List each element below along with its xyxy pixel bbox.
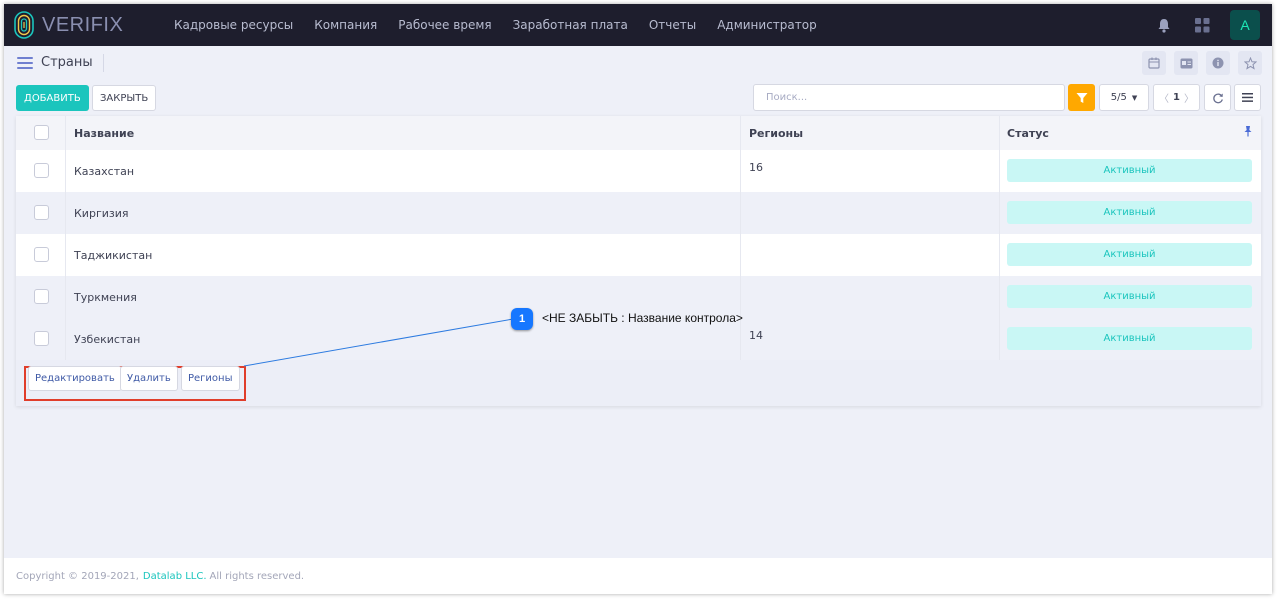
cell-regions: 14: [741, 318, 1000, 360]
current-page: 1: [1173, 92, 1180, 103]
footer-company-link[interactable]: Datalab LLC.: [143, 571, 207, 582]
cell-regions: [741, 192, 1000, 234]
row-checkbox[interactable]: [34, 205, 49, 220]
edit-button[interactable]: Редактировать: [28, 366, 122, 391]
menu-toggle-icon[interactable]: [17, 57, 33, 69]
row-checkbox[interactable]: [34, 289, 49, 304]
chevron-down-icon: ▼: [1131, 93, 1138, 102]
search-input[interactable]: [753, 84, 1065, 111]
column-header-status[interactable]: Статус: [1000, 116, 1261, 150]
info-icon[interactable]: [1206, 51, 1230, 75]
cell-regions: 16: [741, 150, 1000, 192]
cell-name: Таджикистан: [66, 234, 741, 276]
top-navbar: VERIFIX Кадровые ресурсы Компания Рабоче…: [4, 4, 1272, 46]
filter-icon[interactable]: [1068, 84, 1095, 111]
page-size-select[interactable]: 5/5 ▼: [1099, 84, 1149, 111]
calendar-icon[interactable]: [1142, 51, 1166, 75]
column-header-regions[interactable]: Регионы: [741, 116, 1000, 150]
pager: 〈 1 〉: [1153, 84, 1200, 111]
row-checkbox[interactable]: [34, 163, 49, 178]
footer-rights: All rights reserved.: [209, 570, 305, 582]
main-menu: Кадровые ресурсы Компания Рабочее время …: [174, 18, 838, 32]
footer-copyright: Copyright © 2019-2021,: [16, 570, 139, 582]
brand-name: VERIFIX: [42, 13, 124, 36]
regions-button[interactable]: Регионы: [181, 366, 240, 391]
menu-item-reports[interactable]: Отчеты: [649, 18, 696, 32]
apps-grid-icon[interactable]: [1192, 15, 1212, 35]
select-all-checkbox[interactable]: [34, 125, 49, 140]
brand[interactable]: VERIFIX: [14, 11, 164, 39]
id-card-icon[interactable]: [1174, 51, 1198, 75]
status-badge: Активный: [1007, 285, 1252, 308]
column-header-name[interactable]: Название: [66, 116, 741, 150]
table-row[interactable]: Таджикистан Активный: [16, 234, 1261, 276]
footer: Copyright © 2019-2021, Datalab LLC. All …: [4, 558, 1272, 594]
page-title: Страны: [41, 54, 104, 72]
top-right-tools: A: [1154, 4, 1260, 46]
delete-button[interactable]: Удалить: [120, 366, 178, 391]
table-header: Название Регионы Статус: [16, 116, 1261, 150]
refresh-icon[interactable]: [1204, 84, 1231, 111]
user-avatar[interactable]: A: [1230, 10, 1260, 40]
subheader: Страны: [4, 46, 1272, 80]
table-row[interactable]: Киргизия Активный: [16, 192, 1261, 234]
add-button[interactable]: ДОБАВИТЬ: [16, 85, 89, 111]
prev-page-icon[interactable]: 〈: [1159, 90, 1169, 105]
table-row[interactable]: Казахстан 16 Активный: [16, 150, 1261, 192]
menu-item-hr[interactable]: Кадровые ресурсы: [174, 18, 293, 32]
status-badge: Активный: [1007, 159, 1252, 182]
menu-lines-icon[interactable]: [1234, 84, 1261, 111]
fingerprint-logo-icon: [14, 11, 34, 39]
row-checkbox[interactable]: [34, 247, 49, 262]
countries-table: Название Регионы Статус Казахстан 16 Акт…: [16, 116, 1261, 406]
row-checkbox[interactable]: [34, 331, 49, 346]
star-icon[interactable]: [1238, 51, 1262, 75]
menu-item-salary[interactable]: Заработная плата: [513, 18, 628, 32]
cell-name: Казахстан: [66, 150, 741, 192]
cell-regions: [741, 234, 1000, 276]
page-size-value: 5/5: [1110, 92, 1127, 103]
status-badge: Активный: [1007, 327, 1252, 350]
menu-item-admin[interactable]: Администратор: [717, 18, 817, 32]
menu-item-work-time[interactable]: Рабочее время: [398, 18, 491, 32]
status-badge: Активный: [1007, 243, 1252, 266]
row-actions-bar: Редактировать Удалить Регионы: [16, 360, 1261, 406]
annotation-badge: 1: [511, 308, 533, 330]
next-page-icon[interactable]: 〉: [1184, 90, 1194, 105]
menu-item-company[interactable]: Компания: [314, 18, 377, 32]
annotation-text: <НЕ ЗАБЫТЬ : Название контрола>: [542, 311, 743, 325]
pin-icon[interactable]: [1243, 122, 1253, 141]
app-window: VERIFIX Кадровые ресурсы Компания Рабоче…: [4, 4, 1272, 594]
cell-regions: [741, 276, 1000, 318]
subheader-tools: [1134, 51, 1262, 75]
bell-icon[interactable]: [1154, 15, 1174, 35]
cell-name: Киргизия: [66, 192, 741, 234]
status-badge: Активный: [1007, 201, 1252, 224]
close-button[interactable]: ЗАКРЫТЬ: [92, 85, 157, 111]
